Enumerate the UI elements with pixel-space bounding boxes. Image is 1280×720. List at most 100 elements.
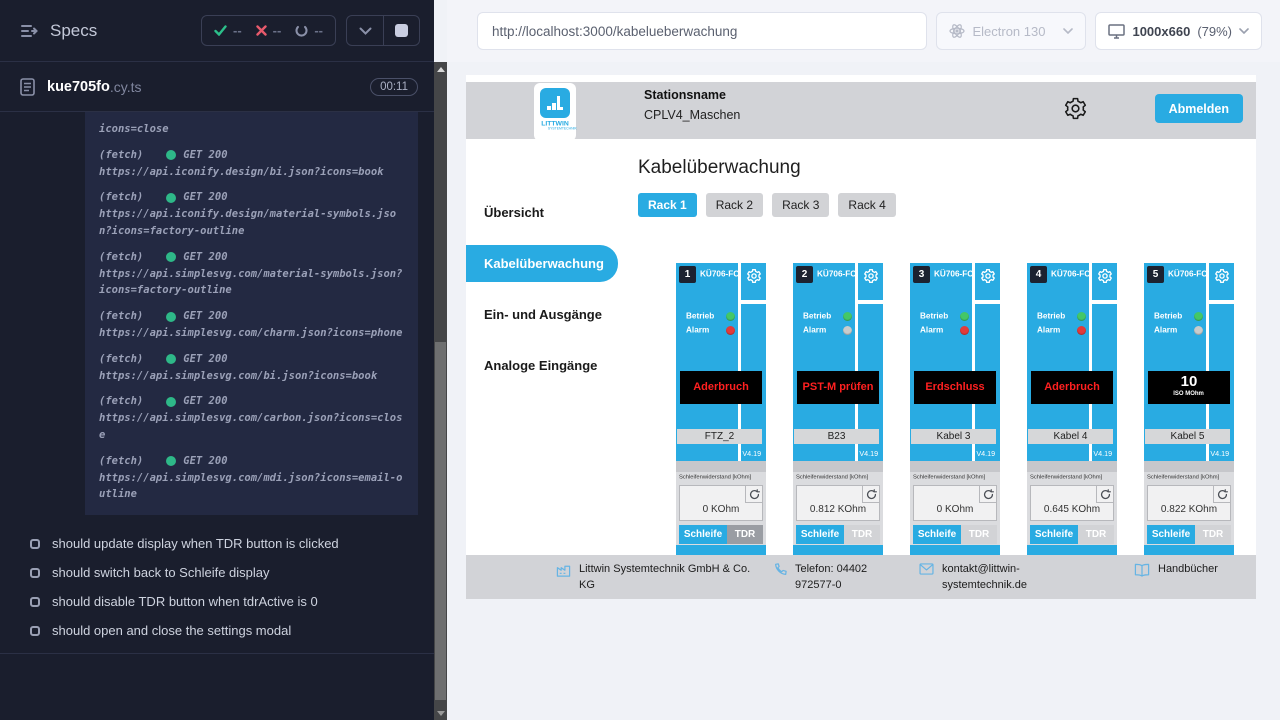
- measurement-section: Schleifenwiderstand [kOhm] 0 KOhm Schlei…: [910, 472, 1000, 545]
- display-unit: ISO MOhm: [1174, 390, 1205, 397]
- sidebar-item-uebersicht[interactable]: Übersicht: [466, 194, 618, 231]
- test-item[interactable]: should disable TDR button when tdrActive…: [0, 587, 434, 616]
- scroll-up-arrow[interactable]: [434, 62, 447, 76]
- logout-button[interactable]: Abmelden: [1155, 94, 1243, 123]
- fetch-label: (fetch): [99, 308, 143, 325]
- tab-rack-1[interactable]: Rack 1: [638, 193, 697, 217]
- specs-menu-icon[interactable]: [20, 23, 38, 39]
- station-label: Stationsname: [644, 88, 740, 102]
- alarm-led: [726, 326, 735, 335]
- status-text: GET 200: [183, 147, 227, 164]
- refresh-icon[interactable]: [862, 486, 879, 503]
- footer-manuals[interactable]: Handbücher: [1134, 562, 1218, 578]
- cypress-reporter-panel: Specs -- -- -- kue705fo.: [0, 0, 434, 720]
- stop-button[interactable]: [383, 16, 419, 45]
- betrieb-led: [843, 312, 852, 321]
- cross-icon: [256, 25, 267, 36]
- request-url: https://api.simplesvg.com/bi.json?icons=…: [99, 368, 404, 385]
- betrieb-label: Betrieb: [1037, 311, 1065, 320]
- scrollbar-thumb[interactable]: [435, 342, 446, 700]
- reporter-scrollbar[interactable]: [434, 62, 447, 720]
- log-entry[interactable]: (fetch) GET 200 https://api.iconify.desi…: [99, 147, 404, 181]
- sidebar-item-analoge-eingaenge[interactable]: Analoge Eingänge: [466, 347, 618, 384]
- device-settings-icon[interactable]: [746, 268, 762, 284]
- measurement-label: Schleifenwiderstand [kOhm]: [796, 474, 868, 480]
- betrieb-led: [726, 312, 735, 321]
- scroll-down-arrow[interactable]: [434, 706, 447, 720]
- collapse-button[interactable]: [347, 16, 383, 45]
- refresh-icon[interactable]: [979, 486, 996, 503]
- test-item[interactable]: should switch back to Schleife display: [0, 558, 434, 587]
- test-item[interactable]: should open and close the settings modal: [0, 616, 434, 645]
- module-divider: [741, 300, 766, 304]
- tdr-button[interactable]: TDR: [844, 525, 880, 544]
- test-stats[interactable]: -- -- --: [201, 15, 336, 46]
- stat-failed: --: [256, 23, 282, 38]
- browser-select[interactable]: Electron 130: [936, 12, 1086, 50]
- phone-icon: [773, 563, 787, 577]
- schleife-button[interactable]: Schleife: [1030, 525, 1078, 544]
- pending-icon: [295, 24, 308, 37]
- stat-pending: --: [295, 23, 323, 38]
- divider: [0, 653, 434, 654]
- module-divider: [975, 300, 1000, 304]
- company-name: Littwin Systemtechnik GmbH & Co. KG: [579, 562, 751, 594]
- spec-extension: .cy.ts: [110, 79, 142, 95]
- status-dot-icon: [166, 397, 176, 407]
- test-title: should disable TDR button when tdrActive…: [52, 594, 318, 609]
- rack-tabs: Rack 1 Rack 2 Rack 3 Rack 4: [638, 193, 896, 217]
- station-info: Stationsname CPLV4_Maschen: [644, 88, 740, 122]
- refresh-icon[interactable]: [1213, 486, 1230, 503]
- sidebar-item-kabelueberwachung[interactable]: Kabelüberwachung: [466, 245, 618, 282]
- status-leds: Betrieb Alarm: [686, 309, 735, 337]
- electron-icon: [949, 23, 965, 39]
- fetch-label: (fetch): [99, 351, 143, 368]
- tdr-button[interactable]: TDR: [961, 525, 997, 544]
- manuals-label: Handbücher: [1158, 562, 1218, 578]
- device-settings-icon[interactable]: [1097, 268, 1113, 284]
- viewport-select[interactable]: 1000x660 (79%): [1095, 12, 1262, 50]
- url-input[interactable]: [477, 12, 927, 50]
- log-entry[interactable]: (fetch) GET 200 https://api.simplesvg.co…: [99, 351, 404, 385]
- status-dot-icon: [166, 456, 176, 466]
- cable-name: FTZ_2: [677, 429, 762, 444]
- status-dot-icon: [166, 312, 176, 322]
- app-sidebar: Übersicht Kabelüberwachung Ein- und Ausg…: [466, 139, 618, 555]
- fetch-label: (fetch): [99, 147, 143, 164]
- sidebar-item-ein-und-ausgaenge[interactable]: Ein- und Ausgänge: [466, 296, 618, 333]
- resistance-value: 0.822 KOhm: [1148, 504, 1230, 515]
- tdr-button[interactable]: TDR: [727, 525, 763, 544]
- footer-email[interactable]: kontakt@littwin-systemtechnik.de: [919, 562, 1054, 594]
- tdr-button[interactable]: TDR: [1195, 525, 1231, 544]
- app-under-test: LITTWIN SYSTEMTECHNIK Stationsname CPLV4…: [466, 75, 1256, 599]
- device-settings-icon[interactable]: [863, 268, 879, 284]
- schleife-button[interactable]: Schleife: [1147, 525, 1195, 544]
- device-settings-icon[interactable]: [1214, 268, 1230, 284]
- refresh-icon[interactable]: [745, 486, 762, 503]
- refresh-icon[interactable]: [1096, 486, 1113, 503]
- settings-gear-icon[interactable]: [1063, 96, 1088, 121]
- test-item[interactable]: should update display when TDR button is…: [0, 529, 434, 558]
- schleife-button[interactable]: Schleife: [913, 525, 961, 544]
- log-entry[interactable]: (fetch) GET 200 https://api.iconify.desi…: [99, 189, 404, 239]
- device-settings-icon[interactable]: [980, 268, 996, 284]
- tab-rack-3[interactable]: Rack 3: [772, 193, 829, 217]
- status-text: GET 200: [183, 453, 227, 470]
- log-entry[interactable]: (fetch) GET 200 https://api.simplesvg.co…: [99, 393, 404, 443]
- schleife-button[interactable]: Schleife: [679, 525, 727, 544]
- footer-phone[interactable]: Telefon: 04402 972577-0: [773, 562, 897, 594]
- tab-rack-4[interactable]: Rack 4: [838, 193, 895, 217]
- firmware-version: V4.19: [1210, 450, 1229, 458]
- tdr-button[interactable]: TDR: [1078, 525, 1114, 544]
- request-url: https://api.simplesvg.com/charm.json?ico…: [99, 325, 404, 342]
- log-entry[interactable]: (fetch) GET 200 https://api.simplesvg.co…: [99, 249, 404, 299]
- tab-rack-2[interactable]: Rack 2: [706, 193, 763, 217]
- alarm-led: [843, 326, 852, 335]
- schleife-button[interactable]: Schleife: [796, 525, 844, 544]
- fetch-label: (fetch): [99, 393, 143, 410]
- alarm-led: [1077, 326, 1086, 335]
- spec-row[interactable]: kue705fo.cy.ts 00:11: [0, 62, 434, 112]
- cable-name: Kabel 4: [1028, 429, 1113, 444]
- log-entry[interactable]: (fetch) GET 200 https://api.simplesvg.co…: [99, 308, 404, 342]
- log-entry[interactable]: (fetch) GET 200 https://api.simplesvg.co…: [99, 453, 404, 503]
